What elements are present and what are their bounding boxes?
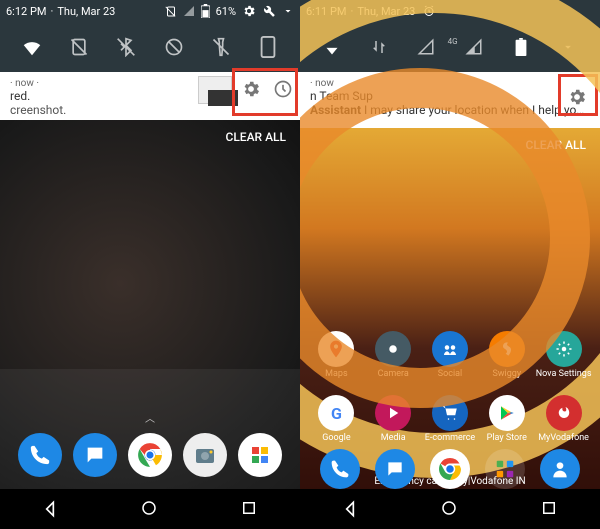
back-button[interactable]	[40, 499, 60, 519]
home-button[interactable]	[440, 499, 460, 519]
nav-bar	[0, 489, 300, 529]
phone-right: 6:11 PM · Thu, Mar 23 4G · now n Team Su…	[300, 0, 600, 529]
settings-icon[interactable]	[242, 4, 256, 18]
quick-settings	[0, 22, 300, 72]
statusbar: 6:12 PM · Thu, Mar 23 61%	[0, 0, 300, 22]
app-nova[interactable]: Nova Settings	[535, 331, 592, 379]
no-sim-icon	[165, 5, 177, 17]
status-time: 6:12 PM	[6, 5, 46, 18]
app-media[interactable]: Media	[365, 395, 422, 443]
app-swiggy[interactable]: Swiggy	[478, 331, 535, 379]
dnd-toggle[interactable]	[162, 35, 186, 59]
clear-all-button[interactable]: CLEAR ALL	[300, 128, 600, 162]
app-vodafone[interactable]: MyVodafone	[535, 395, 592, 443]
messages-app-icon[interactable]	[375, 449, 415, 489]
news-app-icon[interactable]	[238, 433, 282, 477]
app-maps[interactable]: Maps	[308, 331, 365, 379]
home-button[interactable]	[140, 499, 160, 519]
wrench-icon[interactable]	[262, 4, 276, 18]
sim-toggle[interactable]	[67, 35, 91, 59]
dock	[300, 449, 600, 489]
wifi-toggle[interactable]	[20, 35, 44, 59]
contacts-app-icon[interactable]	[540, 449, 580, 489]
app-grid-2: GGoogle Media E-commerce Play Store MyVo…	[300, 395, 600, 443]
battery-icon	[201, 4, 210, 18]
phone-app-icon[interactable]	[320, 449, 360, 489]
chrome-app-icon[interactable]	[128, 433, 172, 477]
expand-icon[interactable]	[282, 5, 294, 17]
app-ecommerce[interactable]: E-commerce	[422, 395, 479, 443]
app-playstore[interactable]: Play Store	[478, 395, 535, 443]
app-drawer-handle[interactable]: ︿	[145, 410, 155, 425]
highlight-box	[232, 68, 298, 116]
rotate-toggle[interactable]	[256, 35, 280, 59]
notification-panel: · now · red. creenshot.	[0, 72, 300, 120]
app-grid: Maps Camera Social Swiggy Nova Settings	[300, 331, 600, 379]
messages-app-icon[interactable]	[73, 433, 117, 477]
phone-app-icon[interactable]	[18, 433, 62, 477]
bluetooth-toggle[interactable]	[114, 35, 138, 59]
nav-bar	[300, 489, 600, 529]
camera-app-icon[interactable]	[183, 433, 227, 477]
battery-pct: 61%	[216, 5, 236, 18]
app-social[interactable]: Social	[422, 331, 479, 379]
app-google[interactable]: GGoogle	[308, 395, 365, 443]
flashlight-toggle[interactable]	[209, 35, 233, 59]
status-date: Thu, Mar 23	[57, 5, 115, 18]
recents-button[interactable]	[540, 499, 560, 519]
clear-all-button[interactable]: CLEAR ALL	[0, 120, 300, 154]
signal-icon	[183, 5, 195, 17]
recents-button[interactable]	[240, 499, 260, 519]
folder-app-icon[interactable]	[485, 449, 525, 489]
dock	[0, 427, 300, 483]
phone-left: 6:12 PM · Thu, Mar 23 61% · now · red. c…	[0, 0, 300, 529]
back-button[interactable]	[340, 499, 360, 519]
chrome-app-icon[interactable]	[430, 449, 470, 489]
app-camera[interactable]: Camera	[365, 331, 422, 379]
home-wallpaper: CLEAR ALL ︿	[0, 120, 300, 529]
